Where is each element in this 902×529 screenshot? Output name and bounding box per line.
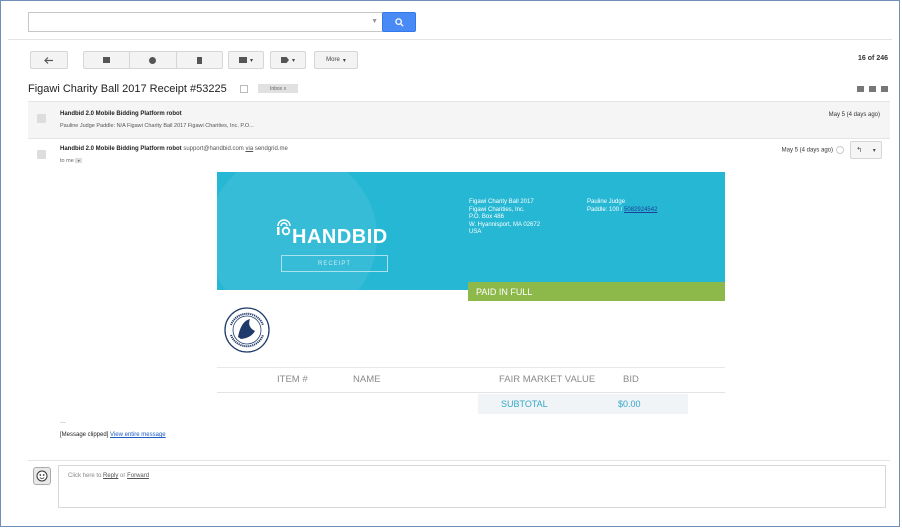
search-input[interactable]: ▼ <box>28 12 383 32</box>
recipient-line[interactable]: to me ▾ <box>60 158 83 164</box>
column-header: NAME <box>353 374 381 385</box>
receipt-banner: HANDBID RECEIPT Figawi Charity Ball 2017… <box>217 172 725 290</box>
print-icon[interactable] <box>869 86 876 92</box>
reply-prompt-text: Click here to <box>68 473 102 479</box>
reply-button[interactable]: ↰ ▾ <box>850 141 882 159</box>
importance-marker[interactable] <box>240 85 248 93</box>
reply-or-text: or <box>120 473 126 479</box>
paddle-label: Paddle: 100 / <box>587 206 623 213</box>
more-button-label: More <box>326 57 340 63</box>
report-spam-button[interactable] <box>130 52 177 68</box>
trash-icon <box>196 56 202 64</box>
message-collapsed[interactable]: Handbid 2.0 Mobile Bidding Platform robo… <box>28 101 890 139</box>
message-date-text: May 5 (4 days ago) <box>781 147 833 154</box>
view-entire-message-link[interactable]: View entire message <box>110 432 166 438</box>
org-line: Figawi Charity Ball 2017 <box>469 199 534 205</box>
clipped-label: [Message clipped] <box>60 432 109 438</box>
chevron-down-icon: ▾ <box>291 57 295 64</box>
archive-icon <box>103 57 111 63</box>
arrow-left-icon <box>44 56 53 64</box>
message-snippet: Pauline Judge Paddle: N/A Figawi Charity… <box>60 123 254 129</box>
forward-link[interactable]: Forward <box>127 473 149 479</box>
label-icon <box>280 57 289 63</box>
bidder-info: Pauline Judge Paddle: 100 / 5082924542 <box>587 199 657 214</box>
message-expanded-header: Handbid 2.0 Mobile Bidding Platform robo… <box>28 138 890 170</box>
message-date: May 5 (4 days ago) <box>829 112 880 118</box>
reply-icon: ↰ <box>856 147 863 154</box>
chevron-down-icon: ▾ <box>249 57 253 64</box>
column-header: BID <box>623 374 639 385</box>
page-count: 16 of 246 <box>858 55 888 62</box>
handbid-logo-icon <box>277 219 291 236</box>
sender-name: Handbid 2.0 Mobile Bidding Platform robo… <box>60 111 182 117</box>
back-button[interactable] <box>30 51 68 69</box>
trimmed-content-ellipsis[interactable]: ... <box>60 418 66 425</box>
message-clipped-notice: [Message clipped] View entire message <box>60 432 166 438</box>
move-to-button[interactable]: ▾ <box>228 51 264 69</box>
message-date-text: May 5 (4 days ago) <box>828 112 880 118</box>
inbox-label-tag[interactable]: Inbox x <box>258 84 298 93</box>
via-domain: sendgrid.me <box>254 146 288 152</box>
star-icon[interactable] <box>836 146 844 154</box>
items-table-header: ITEM # NAME FAIR MARKET VALUE BID <box>217 367 725 393</box>
phone-link[interactable]: 5082924542 <box>624 207 657 213</box>
delete-button[interactable] <box>177 52 222 68</box>
more-button[interactable]: More ▾ <box>314 51 358 69</box>
sender-email: support@handbid.com <box>183 146 244 152</box>
subtotal-value: $0.00 <box>618 399 641 409</box>
chevron-down-icon: ▾ <box>342 57 346 64</box>
archive-button[interactable] <box>84 52 131 68</box>
reply-box[interactable]: Click here to Reply or Forward <box>58 465 886 508</box>
labels-button[interactable]: ▾ <box>270 51 306 69</box>
receipt-label: RECEIPT <box>281 255 388 272</box>
recipient-text: to me <box>60 158 74 164</box>
org-line: P.O. Box 486 <box>469 214 504 220</box>
search-button[interactable] <box>382 12 416 32</box>
action-button-group <box>83 51 223 69</box>
column-header: ITEM # <box>277 374 308 385</box>
figawi-charities-seal <box>224 307 270 353</box>
paddle-line: Paddle: 100 / 5082924542 <box>587 207 657 215</box>
search-icon <box>394 17 404 27</box>
org-line: USA <box>469 229 482 235</box>
message-date: May 5 (4 days ago) <box>782 146 844 154</box>
reply-divider <box>28 460 890 461</box>
brand-name: HANDBID <box>292 226 388 248</box>
subtotal-label: SUBTOTAL <box>501 399 548 409</box>
org-address: Figawi Charity Ball 2017 Figawi Charitie… <box>469 199 540 237</box>
reply-prompt: Click here to Reply or Forward <box>68 473 149 479</box>
show-details-icon[interactable]: ▾ <box>75 158 83 163</box>
thread-actions <box>857 86 888 92</box>
more-options-chevron-icon[interactable]: ▾ <box>873 147 876 154</box>
search-options-caret-icon[interactable]: ▼ <box>371 18 378 25</box>
inbox-label-text: Inbox <box>269 85 283 92</box>
new-window-icon[interactable] <box>881 86 888 92</box>
reply-link[interactable]: Reply <box>103 473 118 479</box>
remove-label-icon[interactable]: x <box>284 86 287 92</box>
avatar <box>37 150 46 159</box>
bidder-name: Pauline Judge <box>587 199 626 205</box>
expand-all-icon[interactable] <box>857 86 864 92</box>
sender-name: Handbid 2.0 Mobile Bidding Platform robo… <box>60 146 182 152</box>
sender-line: Handbid 2.0 Mobile Bidding Platform robo… <box>60 146 288 152</box>
user-face-icon <box>36 470 48 482</box>
avatar <box>37 114 46 123</box>
via-link[interactable]: via <box>245 146 253 152</box>
org-line: Figawi Charities, Inc. <box>469 206 525 213</box>
column-header: FAIR MARKET VALUE <box>499 374 596 385</box>
folder-icon <box>238 57 247 63</box>
org-line: W. Hyannisport, MA 02672 <box>469 221 541 228</box>
subtotal-row: SUBTOTAL $0.00 <box>478 394 688 414</box>
report-spam-icon <box>149 56 157 64</box>
paid-status-badge: PAID IN FULL <box>468 282 725 301</box>
header-divider <box>8 39 892 40</box>
avatar <box>33 467 51 485</box>
page-title: Figawi Charity Ball 2017 Receipt #53225 <box>28 83 227 95</box>
